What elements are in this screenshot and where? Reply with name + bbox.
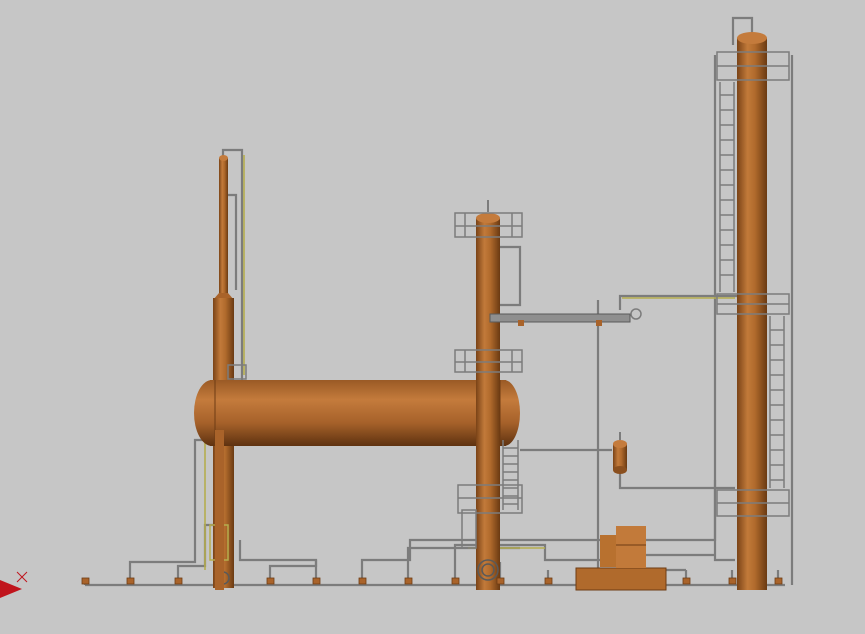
red-axis-triad-icon[interactable] — [0, 571, 28, 598]
pipe-supports — [81, 577, 783, 585]
pipe-network — [83, 16, 794, 590]
pump-skid[interactable] — [575, 526, 667, 591]
small-separator-vessel[interactable] — [613, 432, 627, 474]
right-main-column[interactable] — [716, 32, 790, 590]
plant-3d-viewport[interactable] — [0, 0, 865, 634]
overhead-exchanger[interactable] — [489, 308, 642, 326]
